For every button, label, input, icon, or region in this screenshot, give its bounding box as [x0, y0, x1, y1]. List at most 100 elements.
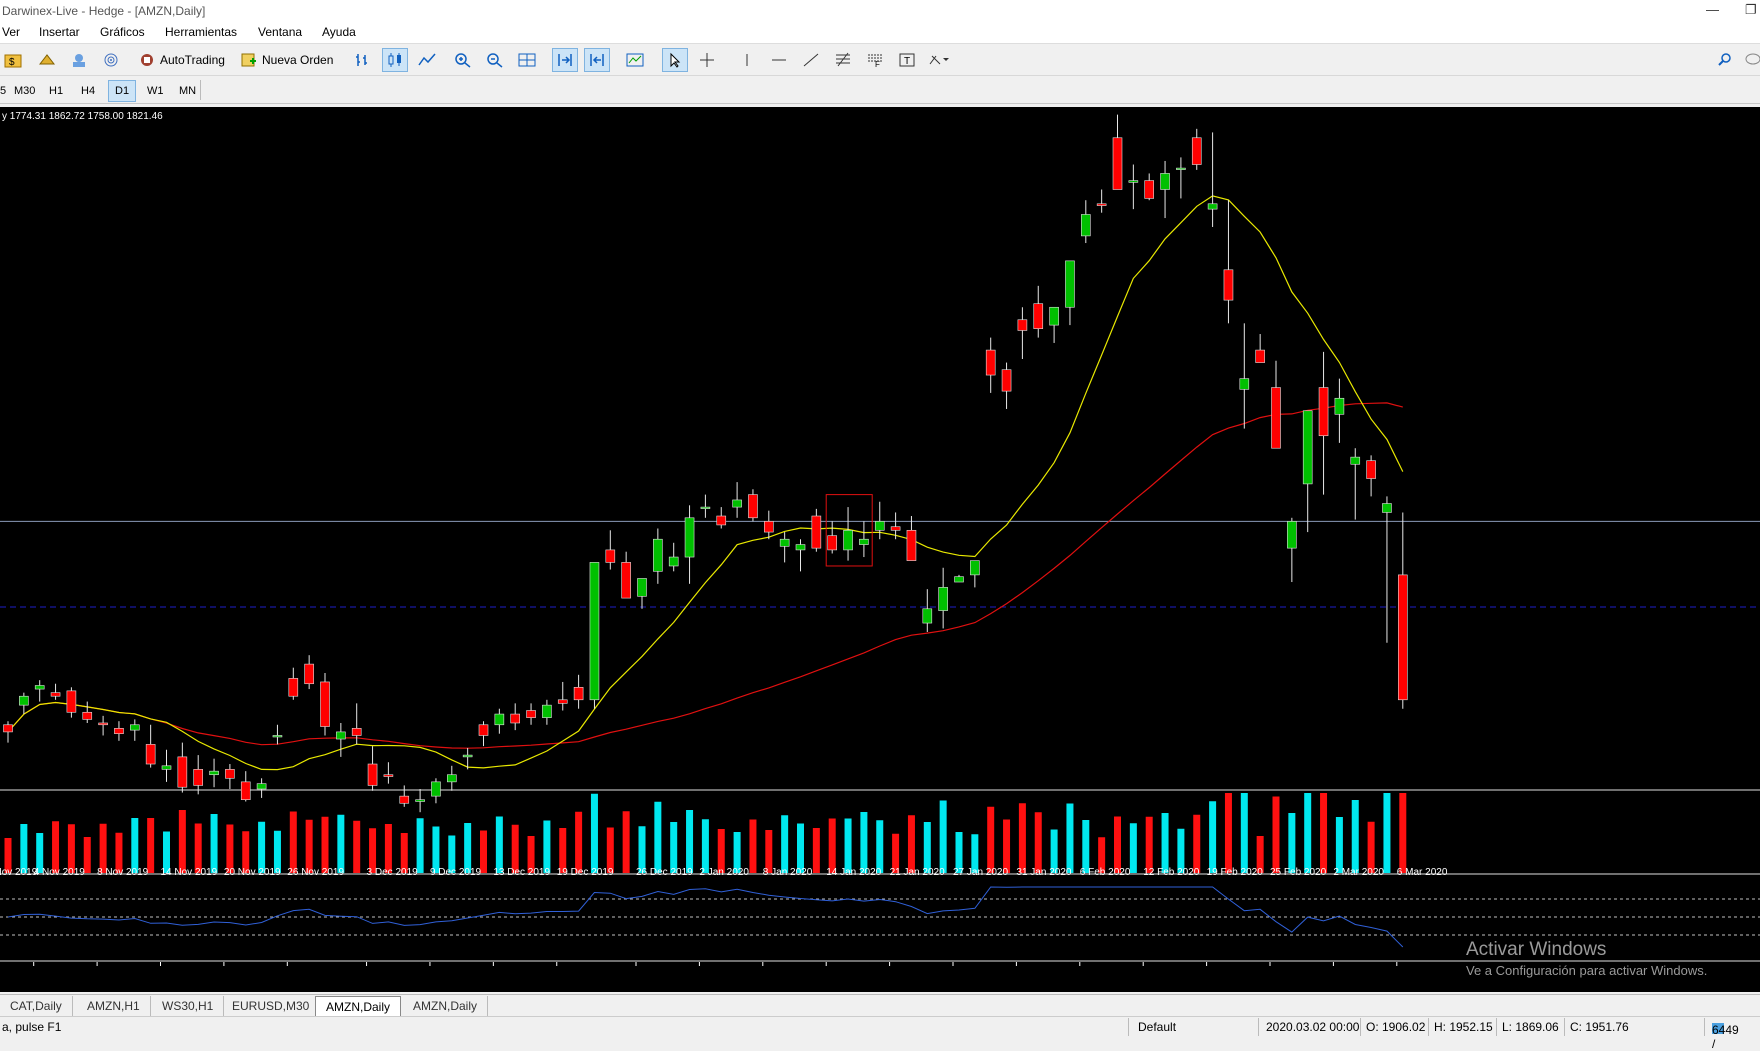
- text-label-icon[interactable]: T: [894, 48, 920, 72]
- tab-ws30-h1[interactable]: WS30,H1: [152, 996, 225, 1016]
- x-tick-label: 6 Mar 2020: [1397, 867, 1448, 878]
- volume-bar: [511, 824, 519, 873]
- volume-bar: [638, 826, 646, 873]
- fibonacci-icon[interactable]: [830, 48, 856, 72]
- candle-bull: [1287, 521, 1297, 549]
- volume-bar: [1320, 793, 1328, 873]
- chart-window[interactable]: 1 Nov 20194 Nov 2019 8 Nov 2019 14 Nov 201…: [0, 107, 1760, 992]
- zoom-in-icon[interactable]: [450, 48, 476, 72]
- menu-ayuda[interactable]: Ayuda: [322, 25, 356, 39]
- menu-insertar[interactable]: Insertar: [39, 25, 80, 39]
- candle-bear: [557, 699, 568, 704]
- tab-eurusd-m30[interactable]: EURUSD,M30: [222, 996, 321, 1016]
- candle-bull: [859, 538, 869, 545]
- x-tick-label: 2 Mar 2020: [1333, 867, 1384, 878]
- timeframe-h1[interactable]: H1: [43, 80, 69, 102]
- candle-bull: [1128, 180, 1139, 183]
- status-high: H: 1952.15: [1434, 1020, 1493, 1034]
- minimize-button[interactable]: —: [1706, 2, 1719, 17]
- volume-bar: [987, 806, 995, 873]
- candle-bull: [431, 781, 441, 797]
- candle-bear: [605, 549, 616, 563]
- search-icon[interactable]: [1712, 48, 1738, 72]
- timeframe-h4[interactable]: H4: [75, 80, 101, 102]
- navigator-icon[interactable]: [66, 48, 92, 72]
- chat-icon[interactable]: [1740, 48, 1760, 72]
- horizontal-line-icon[interactable]: [766, 48, 792, 72]
- autotrading-label: AutoTrading: [160, 53, 225, 67]
- arrows-dropdown-icon[interactable]: [926, 48, 952, 72]
- x-tick-label: 3 Dec 2019: [367, 867, 419, 878]
- autotrading-button[interactable]: AutoTrading: [138, 48, 225, 72]
- crosshair-icon[interactable]: [694, 48, 720, 72]
- volume-bar: [575, 811, 583, 873]
- candle-bear: [367, 763, 378, 786]
- tab-amzn-daily-active[interactable]: AMZN,Daily: [315, 996, 402, 1016]
- bar-chart-icon[interactable]: [350, 48, 376, 72]
- new-order-button[interactable]: Nueva Orden: [240, 48, 333, 72]
- candle-bear: [526, 710, 536, 718]
- timeframe-d1[interactable]: D1: [108, 80, 137, 102]
- x-tick-label: 31 Jan 2020: [1016, 867, 1071, 878]
- chart-tabs: CAT,Daily AMZN,H1 WS30,H1 EURUSD,M30 AMZ…: [0, 994, 1760, 1016]
- timeframe-w1[interactable]: W1: [141, 80, 170, 102]
- line-chart-icon[interactable]: [414, 48, 440, 72]
- candle-bull: [256, 783, 267, 790]
- menu-graficos[interactable]: Gráficos: [100, 25, 145, 39]
- signals-icon[interactable]: [98, 48, 124, 72]
- tile-windows-icon[interactable]: [514, 48, 540, 72]
- new-chart-icon[interactable]: $: [0, 48, 26, 72]
- candle-bear: [478, 724, 489, 736]
- fibo-fan-icon[interactable]: F: [862, 48, 888, 72]
- candle-bull: [668, 556, 679, 567]
- tab-amzn-h1[interactable]: AMZN,H1: [77, 996, 151, 1016]
- tab-cat-daily[interactable]: CAT,Daily: [0, 996, 73, 1016]
- candle-bear: [573, 686, 584, 701]
- volume-bar: [1335, 817, 1343, 873]
- x-tick-label: 8 Jan 2020: [763, 867, 813, 878]
- restore-button[interactable]: ❐: [1745, 2, 1757, 18]
- x-tick-label: 8 Nov 2019: [97, 867, 149, 878]
- vertical-line-icon[interactable]: [734, 48, 760, 72]
- auto-scroll-icon[interactable]: [584, 48, 610, 72]
- volume-bar: [226, 824, 234, 873]
- chart-shift-icon[interactable]: [552, 48, 578, 72]
- timeframe-m30[interactable]: M30: [8, 80, 41, 102]
- volume-bar: [828, 818, 836, 873]
- activation-watermark-subtitle: Ve a Configuración para activar Windows.: [1466, 963, 1707, 978]
- candle-bull: [954, 576, 964, 583]
- candlestick-chart-icon[interactable]: [382, 48, 408, 72]
- volume-bar: [812, 828, 820, 873]
- candle-bull: [1207, 203, 1218, 210]
- timeframe-mn[interactable]: MN: [173, 80, 202, 102]
- candle-bull: [415, 799, 425, 802]
- x-tick-label: 25 Feb 2020: [1270, 867, 1327, 878]
- menu-herramientas[interactable]: Herramientas: [165, 25, 237, 39]
- zoom-out-icon[interactable]: [482, 48, 508, 72]
- menu-bar: Ver Insertar Gráficos Herramientas Venta…: [0, 22, 1760, 44]
- candle-bear: [1318, 387, 1329, 437]
- candle-bear: [1033, 303, 1044, 329]
- status-separator: [1360, 1018, 1361, 1036]
- candle-bear: [985, 349, 996, 376]
- volume-bar: [464, 823, 472, 873]
- menu-ventana[interactable]: Ventana: [258, 25, 302, 39]
- indicators-icon[interactable]: [622, 48, 648, 72]
- new-order-label: Nueva Orden: [262, 53, 334, 67]
- candle-bear: [906, 529, 917, 561]
- tab-amzn-daily[interactable]: AMZN,Daily: [403, 996, 489, 1016]
- market-watch-icon[interactable]: [34, 48, 60, 72]
- toolbar-separator: [200, 80, 201, 100]
- candle-bull: [19, 695, 29, 706]
- candle-bear: [1255, 349, 1265, 363]
- menu-ver[interactable]: Ver: [2, 25, 20, 39]
- cursor-icon[interactable]: [662, 48, 688, 72]
- trendline-icon[interactable]: [798, 48, 824, 72]
- candle-bear: [1144, 180, 1154, 199]
- candle-bull: [1302, 410, 1313, 485]
- volume-bar: [1351, 800, 1359, 873]
- candle-bull: [1160, 173, 1170, 190]
- volume-bar: [1288, 813, 1296, 873]
- price-chart[interactable]: 1 Nov 20194 Nov 2019 8 Nov 2019 14 Nov 201…: [0, 107, 1760, 992]
- candle-bull: [161, 765, 172, 770]
